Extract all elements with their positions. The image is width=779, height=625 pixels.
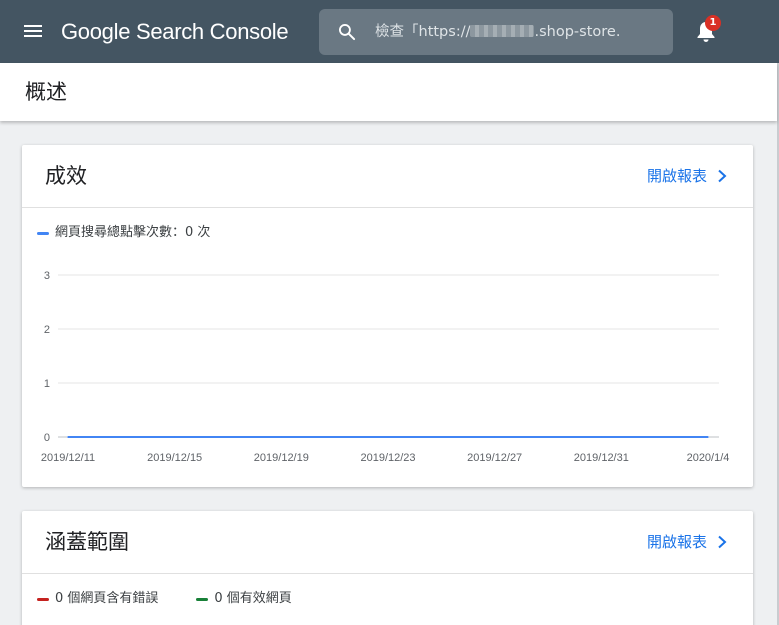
data-point: [280, 436, 283, 438]
data-point: [493, 436, 496, 438]
x-tick-label: 2019/12/11: [41, 452, 95, 464]
x-tick-label: 2019/12/27: [467, 452, 522, 464]
performance-chart: 0 1 2 3 2019/12/11 2019/12/15 2019/12/19 2019/1…: [41, 270, 730, 464]
data-point: [67, 436, 69, 438]
x-tick-label: 2020/1/4: [687, 452, 730, 464]
notification-badge: 1: [705, 15, 721, 31]
coverage-legend: 0 個網頁含有錯誤 0 個有效網頁: [37, 590, 330, 608]
x-tick-label: 2019/12/15: [147, 452, 202, 464]
card-divider: [22, 573, 753, 574]
legend-swatch: [196, 597, 209, 601]
search-input[interactable]: 檢查「https:// .shop-store.: [375, 9, 665, 55]
y-tick-label: 0: [44, 432, 50, 444]
legend-item-error-pages[interactable]: 0 個網頁含有錯誤: [37, 590, 158, 608]
data-point: [387, 436, 389, 438]
search-text-suffix: .shop-store.: [534, 24, 621, 40]
redacted-domain: [470, 25, 535, 37]
legend-label: 0 個網頁含有錯誤: [55, 591, 159, 606]
performance-card: 成效 開啟報表 網頁搜尋總點擊次數：0 次 0 1 2 3 2019/12/11 2019…: [22, 145, 753, 487]
data-point: [173, 436, 176, 438]
y-tick-label: 3: [44, 270, 50, 282]
coverage-card: 涵蓋範圍 開啟報表 0 個網頁含有錯誤 0 個有效網頁: [22, 511, 753, 625]
open-report-label: 開啟報表: [646, 533, 707, 551]
legend-label: 網頁搜尋總點擊次數：0 次: [55, 225, 211, 240]
y-tick-label: 2: [44, 324, 50, 336]
legend-item-valid-pages[interactable]: 0 個有效網頁: [196, 590, 292, 608]
search-text-prefix: 檢查「https://: [375, 24, 471, 40]
x-tick-label: 2019/12/19: [254, 452, 309, 464]
chevron-right-icon: [718, 169, 727, 183]
card-divider: [22, 207, 753, 208]
top-app-bar: Google Search Console 檢查「https:// .shop-s…: [0, 0, 779, 63]
chevron-right-icon: [718, 535, 727, 549]
url-inspection-search[interactable]: 檢查「https:// .shop-store.: [319, 9, 673, 55]
data-point: [707, 436, 709, 438]
app-title[interactable]: Google Search Console: [61, 16, 289, 48]
page-title: 概述: [25, 80, 67, 104]
y-tick-label: 1: [44, 378, 50, 390]
coverage-open-report-link[interactable]: 開啟報表: [647, 531, 727, 553]
performance-open-report-link[interactable]: 開啟報表: [647, 165, 727, 187]
legend-label: 0 個有效網頁: [214, 591, 292, 606]
menu-icon[interactable]: [22, 22, 44, 42]
page-header: 概述: [0, 63, 777, 121]
search-icon: [339, 24, 356, 41]
x-tick-label: 2019/12/31: [574, 452, 629, 464]
performance-legend: 網頁搜尋總點擊次數：0 次: [37, 224, 248, 242]
legend-item-total-clicks[interactable]: 網頁搜尋總點擊次數：0 次: [37, 224, 210, 242]
x-tick-label: 2019/12/23: [360, 452, 415, 464]
legend-swatch: [37, 231, 49, 235]
data-point: [600, 436, 603, 438]
coverage-card-title: 涵蓋範圍: [45, 530, 129, 554]
legend-swatch: [37, 597, 49, 601]
open-report-label: 開啟報表: [646, 167, 707, 185]
performance-card-title: 成效: [45, 164, 87, 188]
